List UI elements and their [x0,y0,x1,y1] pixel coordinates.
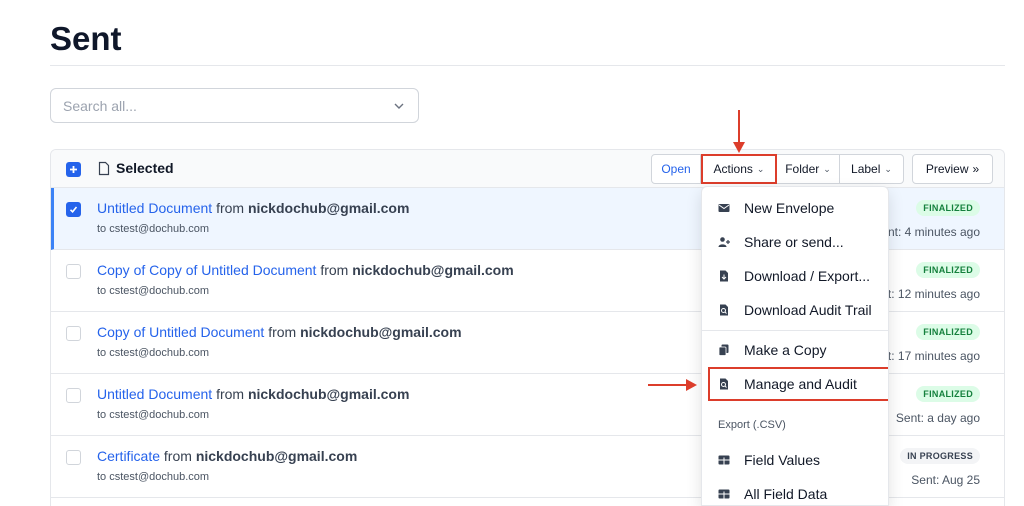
row-checkbox[interactable] [66,326,81,341]
chevron-down-icon: ⌄ [756,163,765,174]
menu-divider [702,330,888,331]
recipient-line: to cstest@dochub.com [97,471,210,483]
menu-item-share-or-send[interactable]: Share or send... [702,225,888,259]
chevron-down-icon: ⌄ [884,163,892,174]
actions-button[interactable]: Actions ⌄ [701,154,777,184]
document-line: Copy of Untitled Document from nickdochu… [97,324,462,340]
menu-item-label: Field Values [744,452,821,468]
label-button[interactable]: Label ⌄ [839,154,904,184]
arrow-right-annotation-icon [648,379,697,391]
menu-item-label: Manage and Audit [744,376,857,392]
menu-item-download-export[interactable]: Download / Export... [702,259,888,293]
double-chevron-right-icon: » [972,162,980,176]
document-line: Untitled Document from nickdochub@gmail.… [97,200,409,216]
download-file-icon [720,270,728,282]
open-button-label: Open [661,162,691,176]
label-button-label: Label [851,162,881,176]
title-divider [50,65,1005,66]
from-word: from [320,262,349,278]
sender-email: nickdochub@gmail.com [247,200,410,216]
preview-button-label: Preview [925,162,969,176]
sender-email: nickdochub@gmail.com [300,324,462,340]
recipient-line: to cstest@dochub.com [97,347,210,359]
menu-item-download-audit-trail[interactable]: Download Audit Trail [702,293,888,327]
add-user-icon [718,237,730,247]
from-word: from [268,324,297,340]
document-line: Certificate from nickdochub@gmail.com [97,448,357,464]
row-checkbox[interactable] [66,264,81,279]
menu-item-field-values[interactable]: Field Values [702,443,888,477]
chevron-down-icon [394,103,404,109]
menu-item-label: All Field Data [744,486,828,502]
sent-time: Sent: Aug 25 [911,473,980,487]
folder-button[interactable]: Folder ⌄ [776,154,840,184]
menu-item-make-a-copy[interactable]: Make a Copy [702,333,888,367]
search-placeholder: Search all... [63,97,137,114]
menu-item-label: Download Audit Trail [744,302,872,318]
menu-item-all-field-data[interactable]: All Field Data [702,477,888,505]
from-word: from [216,386,245,402]
preview-button[interactable]: Preview» [912,154,993,184]
recipient-line: to cstest@dochub.com [97,223,210,235]
sender-email: nickdochub@gmail.com [195,448,358,464]
selected-label: Selected [116,160,174,176]
actions-button-label: Actions [713,162,753,176]
arrow-down-annotation-icon [733,110,745,153]
table-icon [718,489,730,499]
table-icon [718,455,730,465]
menu-item-label: Make a Copy [744,342,827,358]
menu-item-label: New Envelope [744,200,835,216]
chevron-down-icon: ⌄ [823,163,831,174]
status-badge: IN PROGRESS [900,448,980,464]
page-title: Sent [50,20,122,57]
actions-dropdown-menu: New Envelope Share or send... Download /… [701,186,889,506]
document-line: Untitled Document from nickdochub@gmail.… [97,386,409,402]
sender-email: nickdochub@gmail.com [247,386,410,402]
open-button[interactable]: Open [651,154,701,184]
document-line: Copy of Copy of Untitled Document from n… [97,262,514,278]
envelope-icon [718,204,730,212]
menu-item-manage-and-audit[interactable]: Manage and Audit [708,367,888,401]
row-checkbox[interactable] [66,388,81,403]
copy-icon [718,344,729,356]
row-checkbox[interactable] [66,450,81,465]
recipient-line: to cstest@dochub.com [97,285,210,297]
status-badge: FINALIZED [916,262,980,278]
document-link[interactable]: Certificate [97,448,160,464]
table-toolbar: Selected Open Actions ⌄ Folder ⌄ Label ⌄ Pr… [51,150,1004,188]
select-all-checkbox[interactable] [66,162,81,177]
menu-item-label: Share or send... [744,234,844,250]
document-link[interactable]: Untitled Document [97,386,212,402]
document-link[interactable]: Copy of Copy of Untitled Document [97,262,316,278]
from-word: from [163,448,192,464]
row-checkbox[interactable] [66,202,81,217]
status-badge: FINALIZED [916,200,980,216]
audit-icon [720,378,728,390]
sender-email: nickdochub@gmail.com [352,262,514,278]
sent-time: Sent: 4 minutes ago [873,225,980,239]
folder-button-label: Folder [785,162,820,176]
recipient-line: to cstest@dochub.com [97,409,210,421]
document-link[interactable]: Untitled Document [97,200,212,216]
audit-icon [720,304,728,316]
menu-item-label: Download / Export... [744,268,871,284]
document-link[interactable]: Copy of Untitled Document [97,324,264,340]
sent-time: Sent: a day ago [895,411,980,425]
document-icon [98,161,110,176]
menu-item-new-envelope[interactable]: New Envelope [702,191,888,225]
check-icon [69,206,78,213]
search-dropdown[interactable]: Search all... [50,88,419,123]
from-word: from [216,200,245,216]
plus-icon [70,166,77,173]
status-badge: FINALIZED [916,386,980,402]
menu-section-export-csv: Export (.CSV) [718,419,786,431]
status-badge: FINALIZED [916,324,980,340]
